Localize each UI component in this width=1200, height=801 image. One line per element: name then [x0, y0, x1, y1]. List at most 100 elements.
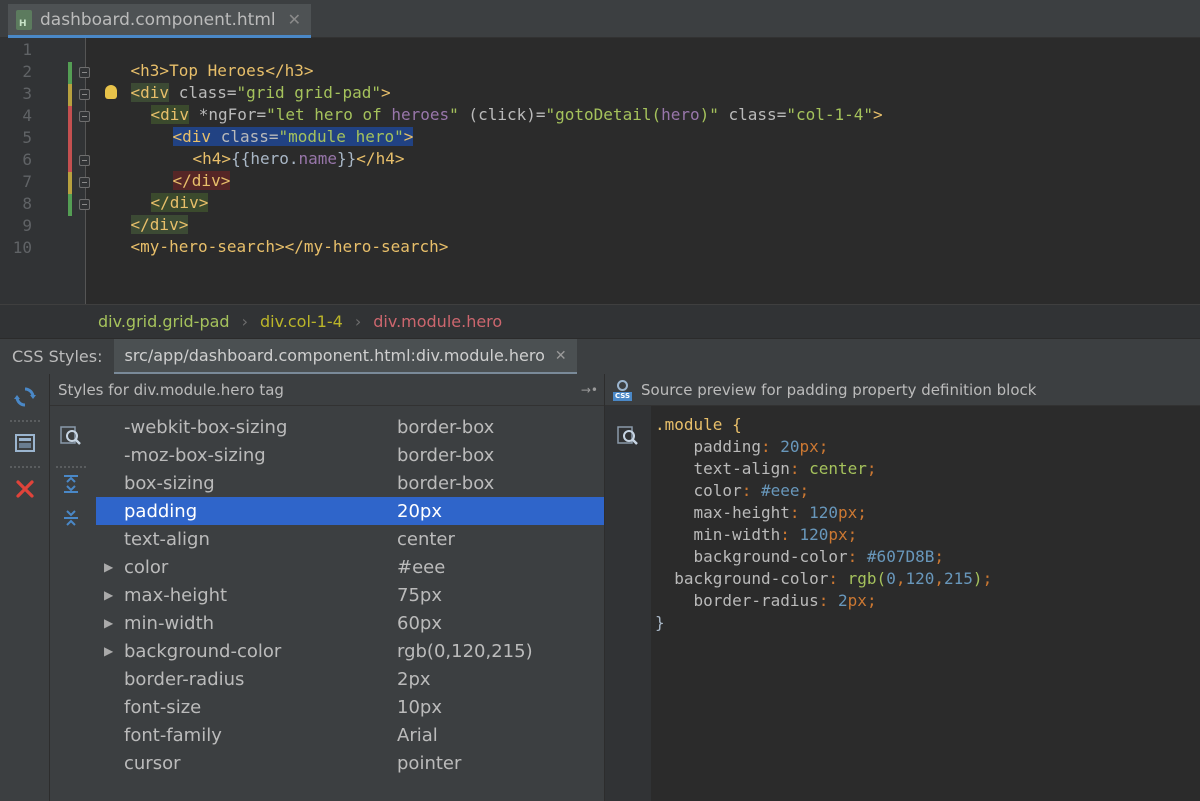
property-row--moz-box-sizing[interactable]: -moz-box-sizing border-box [96, 441, 604, 469]
fold-toggle-icon[interactable] [79, 67, 90, 78]
css-selector: .module { [655, 415, 742, 434]
code-token: " [449, 105, 459, 124]
css-num: 215 [944, 569, 973, 588]
breadcrumb-item[interactable]: div.grid.grid-pad [98, 312, 230, 331]
line-number: 8 [22, 194, 32, 213]
breadcrumb-item[interactable]: div.col-1-4 [260, 312, 343, 331]
code-token: hero [661, 105, 700, 124]
expand-arrow-icon[interactable]: ▶ [104, 560, 113, 574]
panel-title: CSS Styles: [12, 347, 103, 366]
property-name: -moz-box-sizing [124, 444, 266, 466]
preview-line: border-radius: 2px; [693, 591, 877, 610]
close-red-icon[interactable] [12, 476, 38, 502]
pin-icon[interactable]: →• [581, 383, 598, 397]
expand-all-icon[interactable] [59, 472, 83, 496]
line-number: 3 [22, 84, 32, 103]
css-styles-tab[interactable]: src/app/dashboard.component.html:div.mod… [114, 339, 577, 374]
property-row-color[interactable]: ▶ color #eee [96, 553, 604, 581]
property-row-background-color[interactable]: ▶ background-color rgb(0,120,215) [96, 637, 604, 665]
line-number: 6 [22, 150, 32, 169]
vcs-change-marker[interactable] [68, 172, 72, 194]
editor-tab-dashboard-html[interactable]: H dashboard.component.html ✕ [8, 4, 312, 38]
preview-line: text-align: center; [693, 459, 877, 478]
property-row-cursor[interactable]: cursor pointer [96, 749, 604, 777]
preview-line: padding: 20px; [693, 437, 829, 456]
code-line-8: </div> [92, 192, 189, 234]
fold-toggle-icon[interactable] [79, 89, 90, 100]
preview-line: max-height: 120px; [693, 503, 867, 522]
preview-line: color: #eee; [693, 481, 810, 500]
property-name: max-height [124, 584, 228, 606]
code-token: }} [337, 149, 357, 168]
source-preview-header: CSS Source preview for padding property … [605, 374, 1200, 406]
line-number: 5 [22, 128, 32, 147]
property-row-border-radius[interactable]: border-radius 2px [96, 665, 604, 693]
fold-toggle-icon[interactable] [79, 155, 90, 166]
code-token: <my-hero-search></my-hero-search> [130, 237, 449, 256]
toolbar-separator [56, 466, 86, 468]
breadcrumb-separator: › [241, 312, 248, 331]
close-icon[interactable]: ✕ [288, 10, 301, 29]
code-token: </h4> [356, 149, 405, 168]
property-value: center [397, 528, 455, 550]
code-line-1: <h3>Top Heroes</h3> [92, 38, 314, 80]
fold-toggle-icon[interactable] [79, 199, 90, 210]
code-token: . [288, 149, 299, 168]
property-row-font-family[interactable]: font-family Arial [96, 721, 604, 749]
expand-arrow-icon[interactable]: ▶ [104, 616, 113, 630]
property-name: padding [124, 500, 198, 522]
property-row-padding[interactable]: padding 20px [96, 497, 604, 525]
property-name: -webkit-box-sizing [124, 416, 288, 438]
css-styles-panel-header: CSS Styles: src/app/dashboard.component.… [0, 338, 1200, 374]
css-icon-label: CSS [613, 391, 633, 401]
refresh-icon[interactable] [12, 384, 38, 410]
find-icon[interactable] [616, 424, 640, 448]
breadcrumb-item-current[interactable]: div.module.hero [373, 312, 502, 331]
line-number: 1 [22, 40, 32, 59]
css-close-brace: } [655, 613, 665, 632]
property-value: Arial [397, 724, 438, 746]
styles-pane-title: Styles for div.module.hero tag [58, 380, 284, 399]
property-list: -webkit-box-sizing border-box -moz-box-siz… [96, 413, 604, 777]
fold-toggle-icon[interactable] [79, 177, 90, 188]
expand-arrow-icon[interactable]: ▶ [104, 588, 113, 602]
styles-pane: Styles for div.module.hero tag →• -webki… [50, 374, 604, 801]
vcs-change-marker[interactable] [68, 194, 72, 216]
source-preview-code[interactable]: .module { padding: 20px; text-align: cen… [655, 414, 992, 634]
property-row-box-sizing[interactable]: box-sizing border-box [96, 469, 604, 497]
code-token: > [403, 127, 414, 146]
property-row--webkit-box-sizing[interactable]: -webkit-box-sizing border-box [96, 413, 604, 441]
property-value: border-box [397, 416, 495, 438]
vcs-change-marker[interactable] [68, 106, 72, 172]
property-row-text-align[interactable]: text-align center [96, 525, 604, 553]
css-num: 2 [838, 591, 848, 610]
layout-icon[interactable] [12, 430, 38, 456]
css-num: 120 [799, 525, 829, 544]
close-icon[interactable]: ✕ [555, 348, 567, 364]
line-number: 7 [22, 172, 32, 191]
css-num: 120 [809, 503, 839, 522]
code-token: (click)= [458, 105, 546, 124]
preview-line: min-width: 120px; [693, 525, 858, 544]
css-prop: padding [693, 437, 761, 456]
vcs-change-marker[interactable] [68, 84, 72, 106]
vcs-change-marker[interactable] [68, 62, 72, 84]
code-token: "gotoDetail( [545, 105, 662, 124]
css-prop: max-height [693, 503, 790, 522]
collapse-all-icon[interactable] [59, 506, 83, 530]
property-row-min-width[interactable]: ▶ min-width 60px [96, 609, 604, 637]
css-unit: px [847, 591, 867, 610]
code-editor[interactable]: 1 2 3 4 5 6 7 8 9 10 <h3>Top Heroes</h3>… [0, 38, 1200, 304]
code-token: hero [250, 149, 289, 168]
find-icon[interactable] [59, 424, 83, 448]
property-row-font-size[interactable]: font-size 10px [96, 693, 604, 721]
property-name: box-sizing [124, 472, 215, 494]
css-value: center [809, 459, 867, 478]
expand-arrow-icon[interactable]: ▶ [104, 644, 113, 658]
line-number: 2 [22, 62, 32, 81]
property-row-max-height[interactable]: ▶ max-height 75px [96, 581, 604, 609]
preview-line: .module { [655, 414, 992, 436]
fold-toggle-icon[interactable] [79, 111, 90, 122]
code-line-5: <h4>{{hero.name}}</h4> [154, 126, 405, 168]
code-token: class= [718, 105, 787, 124]
